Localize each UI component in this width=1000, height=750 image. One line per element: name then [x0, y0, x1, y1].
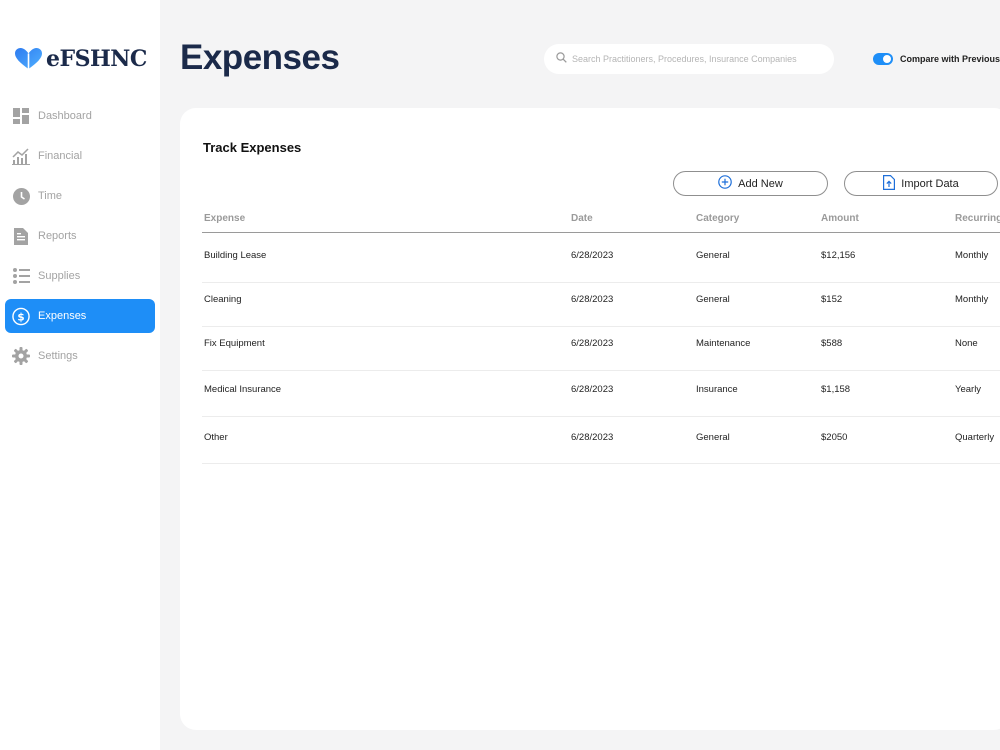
sidebar-item-label: Supplies	[38, 270, 81, 282]
column-header-category[interactable]: Category	[696, 213, 739, 224]
sidebar-item-supplies[interactable]: Supplies	[5, 259, 155, 293]
heart-logo-icon	[15, 48, 42, 69]
dollar-icon: $	[12, 307, 30, 325]
cell-expense: Building Lease	[204, 250, 267, 261]
cell-recurring: Monthly	[955, 250, 989, 261]
sidebar-item-financial[interactable]: Financial	[5, 139, 155, 173]
card-title: Track Expenses	[203, 140, 302, 155]
cell-expense: Cleaning	[204, 294, 242, 305]
table-row[interactable]: Building Lease 6/28/2023 General $12,156…	[202, 233, 1000, 283]
expenses-table: Expense Date Category Amount Recurring B…	[202, 208, 1000, 464]
cell-recurring: None	[955, 338, 978, 349]
cell-date: 6/28/2023	[571, 384, 614, 395]
sidebar-item-settings[interactable]: Settings	[5, 339, 155, 373]
import-data-button[interactable]: Import Data	[844, 171, 998, 196]
add-new-button[interactable]: Add New	[673, 171, 828, 196]
plus-circle-icon	[718, 175, 732, 192]
column-header-expense[interactable]: Expense	[204, 213, 245, 224]
table-row[interactable]: Cleaning 6/28/2023 General $152 Monthly	[202, 283, 1000, 327]
cell-expense: Fix Equipment	[204, 338, 265, 349]
add-new-label: Add New	[738, 177, 783, 190]
column-header-date[interactable]: Date	[571, 213, 593, 224]
cell-amount: $2050	[821, 432, 848, 443]
sidebar-nav: Dashboard Financial Time Reports Supplie…	[5, 99, 155, 379]
compare-label: Compare with Previous	[900, 54, 1000, 64]
cell-amount: $1,158	[821, 384, 851, 395]
column-header-recurring[interactable]: Recurring	[955, 213, 1000, 224]
document-icon	[12, 227, 30, 245]
dashboard-icon	[12, 107, 30, 125]
cell-category: General	[696, 294, 730, 305]
chart-icon	[12, 147, 30, 165]
cell-recurring: Quarterly	[955, 432, 995, 443]
svg-text:$: $	[17, 311, 24, 323]
search-icon	[556, 50, 567, 68]
sidebar-item-reports[interactable]: Reports	[5, 219, 155, 253]
cell-recurring: Yearly	[955, 384, 982, 395]
column-header-amount[interactable]: Amount	[821, 213, 859, 224]
sidebar-item-label: Expenses	[38, 310, 87, 322]
search-input[interactable]	[572, 54, 822, 64]
cell-category: General	[696, 250, 730, 261]
table-row[interactable]: Fix Equipment 6/28/2023 Maintenance $588…	[202, 327, 1000, 371]
cell-recurring: Monthly	[955, 294, 989, 305]
cell-amount: $12,156	[821, 250, 856, 261]
cell-category: Insurance	[696, 384, 738, 395]
cell-date: 6/28/2023	[571, 250, 614, 261]
search-bar[interactable]	[544, 44, 834, 74]
sidebar-item-label: Financial	[38, 150, 83, 162]
cell-date: 6/28/2023	[571, 338, 614, 349]
logo-text: eFSHNC	[46, 46, 147, 72]
cell-date: 6/28/2023	[571, 294, 614, 305]
cell-category: Maintenance	[696, 338, 751, 349]
cell-category: General	[696, 432, 730, 443]
cell-amount: $588	[821, 338, 843, 349]
expenses-card: Track Expenses Add New Import Data Expen…	[180, 108, 1000, 730]
logo[interactable]: eFSHNC	[15, 46, 147, 72]
sidebar-item-label: Time	[38, 190, 63, 202]
sidebar-item-label: Dashboard	[38, 110, 92, 122]
table-header: Expense Date Category Amount Recurring	[202, 208, 1000, 233]
cell-amount: $152	[821, 294, 843, 305]
cell-expense: Medical Insurance	[204, 384, 282, 395]
sidebar-item-dashboard[interactable]: Dashboard	[5, 99, 155, 133]
gear-icon	[12, 347, 30, 365]
compare-toggle[interactable]	[873, 53, 893, 65]
file-upload-icon	[883, 174, 896, 193]
import-data-label: Import Data	[901, 177, 959, 190]
sidebar-item-label: Reports	[38, 230, 77, 242]
table-row[interactable]: Other 6/28/2023 General $2050 Quarterly	[202, 417, 1000, 464]
table-row[interactable]: Medical Insurance 6/28/2023 Insurance $1…	[202, 371, 1000, 417]
sidebar-item-expenses[interactable]: $ Expenses	[5, 299, 155, 333]
list-icon	[12, 267, 30, 285]
sidebar-item-label: Settings	[38, 350, 78, 362]
cell-expense: Other	[204, 432, 228, 443]
clock-icon	[12, 187, 30, 205]
sidebar-item-time[interactable]: Time	[5, 179, 155, 213]
cell-date: 6/28/2023	[571, 432, 614, 443]
page-title: Expenses	[180, 38, 340, 77]
compare-toggle-group: Compare with Previous	[873, 53, 1000, 65]
sidebar: eFSHNC Dashboard Financial Time Reports	[0, 0, 160, 750]
